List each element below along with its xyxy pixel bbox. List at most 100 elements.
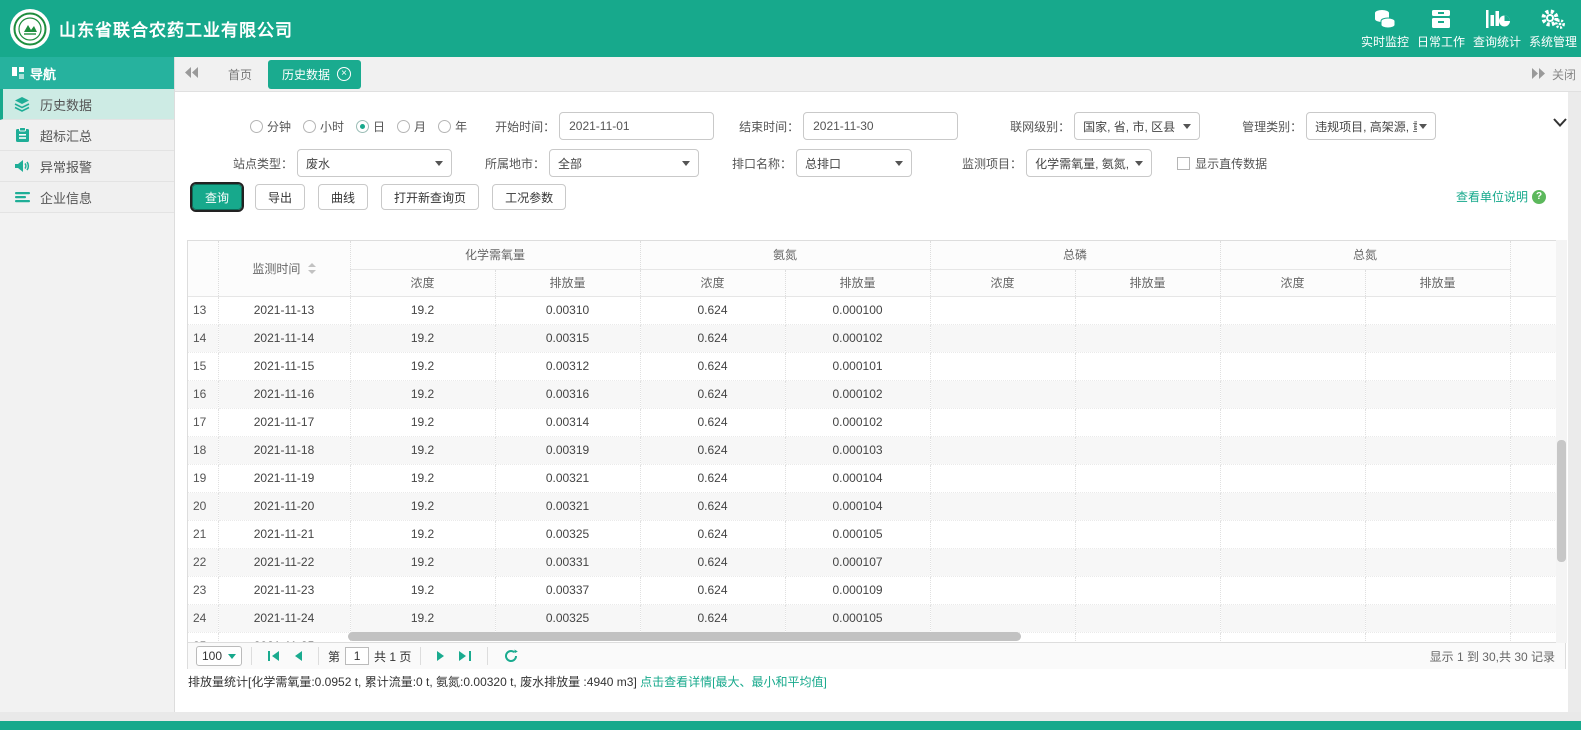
radio-hour[interactable]: 小时 <box>303 118 344 135</box>
value-cell: 0.00325 <box>495 520 640 548</box>
condition-params-button[interactable]: 工况参数 <box>492 184 566 210</box>
group-header-nh3: 氨氮 <box>640 241 930 269</box>
value-cell <box>1220 632 1365 642</box>
direct-data-checkbox[interactable]: 显示直传数据 <box>1177 155 1267 172</box>
new-query-page-button[interactable]: 打开新查询页 <box>381 184 479 210</box>
chevron-down-icon <box>435 161 443 166</box>
value-cell: 0.000105 <box>785 520 930 548</box>
time-header-label: 监测时间 <box>252 262 300 276</box>
first-page-button[interactable] <box>268 651 280 661</box>
page-number-input[interactable] <box>345 647 369 665</box>
table-row[interactable]: 172021-11-1719.20.003140.6240.000102 <box>188 408 1565 436</box>
filter-row-1: 分钟 小时 日 月 年 开始时间： 结束时间： 联网级别： 国家, 省, 市, … <box>250 111 1436 141</box>
history-data-table: 监测时间 化学需氧量 氨氮 总磷 总氮 浓度 排放量 <box>188 241 1565 642</box>
rownum-header <box>188 241 218 296</box>
manage-type-select[interactable]: 违规项目, 高架源, 重点排 <box>1306 112 1436 140</box>
sidebar-item-over-limit-summary[interactable]: 超标汇总 <box>0 120 174 151</box>
table-row[interactable]: 152021-11-1519.20.003120.6240.000101 <box>188 352 1565 380</box>
value-cell: 19.2 <box>350 520 495 548</box>
tab-close-icon[interactable]: × <box>337 67 351 81</box>
table-row[interactable]: 212021-11-2119.20.003250.6240.000105 <box>188 520 1565 548</box>
radio-month[interactable]: 月 <box>397 118 426 135</box>
monitor-time-cell: 2021-11-18 <box>218 436 350 464</box>
tabbar: 首页 历史数据 × <box>175 57 1581 92</box>
site-type-select[interactable]: 废水 <box>297 149 452 177</box>
tabs-scroll-right-icon[interactable] <box>1532 68 1545 82</box>
table-row[interactable]: 182021-11-1819.20.003190.6240.000103 <box>188 436 1565 464</box>
monitor-item-select[interactable]: 化学需氧量, 氨氮, 总磷, 总 <box>1026 149 1152 177</box>
sub-header-emission: 排放量 <box>1075 269 1220 296</box>
table-row[interactable]: 132021-11-1319.20.003100.6240.000100 <box>188 296 1565 324</box>
radio-day[interactable]: 日 <box>356 118 385 135</box>
radio-year[interactable]: 年 <box>438 118 467 135</box>
company-title: 山东省联合农药工业有限公司 <box>59 16 293 41</box>
value-cell <box>1365 576 1510 604</box>
vertical-scrollbar-thumb[interactable] <box>1557 440 1566 562</box>
value-cell: 0.624 <box>640 436 785 464</box>
grid-scroll-area: 监测时间 化学需氧量 氨氮 总磷 总氮 浓度 排放量 <box>188 241 1565 642</box>
chevron-down-icon <box>1135 161 1143 166</box>
unit-help-link[interactable]: 查看单位说明 ? <box>1456 188 1546 205</box>
page-size-select[interactable]: 100 <box>196 646 242 666</box>
sidebar-item-enterprise-info[interactable]: 企业信息 <box>0 182 174 213</box>
stats-detail-link[interactable]: 点击查看详情[最大、最小和平均值] <box>640 675 827 689</box>
value-cell <box>930 492 1075 520</box>
city-select[interactable]: 全部 <box>549 149 699 177</box>
city-label: 所属地市： <box>485 155 545 172</box>
value-cell <box>1365 380 1510 408</box>
end-time-input[interactable] <box>803 112 958 140</box>
tabs-scroll-left-icon[interactable] <box>185 67 198 81</box>
start-time-input[interactable] <box>559 112 714 140</box>
radio-icon-selected <box>356 120 369 133</box>
manage-type-value: 违规项目, 高架源, 重点排 <box>1315 118 1417 135</box>
nav-label: 日常工作 <box>1417 33 1465 50</box>
nav-query-stats[interactable]: 查询统计 <box>1469 3 1525 55</box>
network-level-select[interactable]: 国家, 省, 市, 区县 <box>1074 112 1200 140</box>
sidebar-item-history-data[interactable]: 历史数据 <box>0 89 174 120</box>
row-number-cell: 17 <box>188 408 218 436</box>
nav-label: 查询统计 <box>1473 33 1521 50</box>
nav-label: 系统管理 <box>1529 33 1577 50</box>
value-cell: 0.624 <box>640 604 785 632</box>
next-page-button[interactable] <box>437 651 445 661</box>
page-prefix-label: 第 <box>328 648 340 665</box>
export-button[interactable]: 导出 <box>255 184 305 210</box>
table-row[interactable]: 162021-11-1619.20.003160.6240.000102 <box>188 380 1565 408</box>
value-cell <box>1075 464 1220 492</box>
nav-system-admin[interactable]: 系统管理 <box>1525 3 1581 55</box>
nav-realtime-monitor[interactable]: 实时监控 <box>1357 3 1413 55</box>
refresh-button[interactable] <box>504 649 518 663</box>
value-cell <box>1365 296 1510 324</box>
outlet-select[interactable]: 总排口 <box>796 149 912 177</box>
sort-icon <box>308 263 316 277</box>
radio-icon <box>250 120 263 133</box>
table-row[interactable]: 192021-11-1919.20.003210.6240.000104 <box>188 464 1565 492</box>
monitor-time-cell: 2021-11-17 <box>218 408 350 436</box>
curve-button[interactable]: 曲线 <box>318 184 368 210</box>
table-row[interactable]: 242021-11-2419.20.003250.6240.000105 <box>188 604 1565 632</box>
radio-label: 月 <box>414 118 426 135</box>
table-row[interactable]: 222021-11-2219.20.003310.6240.000107 <box>188 548 1565 576</box>
horizontal-scrollbar-thumb[interactable] <box>348 632 1021 641</box>
query-button[interactable]: 查询 <box>192 184 242 210</box>
tab-close-menu[interactable]: 关闭 <box>1552 57 1576 92</box>
table-row[interactable]: 202021-11-2019.20.003210.6240.000104 <box>188 492 1565 520</box>
value-cell <box>1220 324 1365 352</box>
table-row[interactable]: 142021-11-1419.20.003150.6240.000102 <box>188 324 1565 352</box>
monitor-time-cell: 2021-11-22 <box>218 548 350 576</box>
group-header-tp: 总磷 <box>930 241 1220 269</box>
tab-home[interactable]: 首页 <box>212 57 268 92</box>
last-page-button[interactable] <box>459 651 471 661</box>
filters-collapse-icon[interactable] <box>1553 116 1567 130</box>
radio-label: 分钟 <box>267 118 291 135</box>
prev-page-button[interactable] <box>294 651 302 661</box>
sidebar-item-abnormal-alarm[interactable]: 异常报警 <box>0 151 174 182</box>
table-row[interactable]: 232021-11-2319.20.003370.6240.000109 <box>188 576 1565 604</box>
list-icon <box>13 191 31 203</box>
radio-minute[interactable]: 分钟 <box>250 118 291 135</box>
tab-history-data[interactable]: 历史数据 × <box>268 60 361 89</box>
value-cell <box>930 604 1075 632</box>
time-column-header[interactable]: 监测时间 <box>218 241 350 296</box>
value-cell: 0.00314 <box>495 408 640 436</box>
nav-daily-work[interactable]: 日常工作 <box>1413 3 1469 55</box>
